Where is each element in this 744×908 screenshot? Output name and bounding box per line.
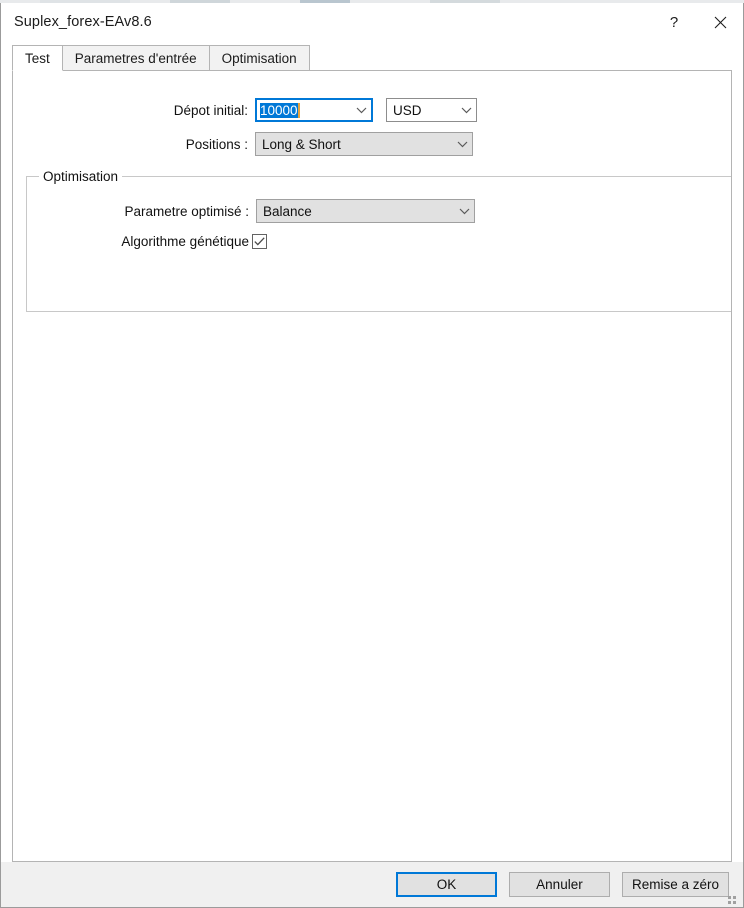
positions-dropdown[interactable]: Long & Short [255,132,473,156]
help-button[interactable]: ? [651,3,697,41]
optimisation-groupbox: Optimisation Parametre optimisé : Balanc… [26,169,731,312]
chevron-down-icon[interactable] [351,107,371,114]
currency-dropdown[interactable]: USD [386,98,477,122]
question-mark-icon: ? [669,13,679,31]
optimised-parameter-dropdown[interactable]: Balance [256,199,475,223]
tab-test[interactable]: Test [12,45,63,71]
positions-row: Positions : Long & Short [13,132,477,156]
reset-button-label: Remise a zéro [631,877,719,892]
chevron-down-icon[interactable] [454,208,474,215]
tab-strip: Test Parametres d'entrée Optimisation [1,45,743,71]
ok-button[interactable]: OK [395,872,497,897]
deposit-label: Dépot initial: [173,102,248,118]
deposit-value: 10000 [260,102,298,118]
cancel-button-label: Annuler [536,877,583,892]
resize-grip[interactable] [728,892,740,904]
positions-label: Positions : [185,136,248,152]
optimised-parameter-label: Parametre optimisé : [124,203,249,219]
checkmark-icon [254,237,265,246]
text-caret [297,102,300,118]
optimised-parameter-row: Parametre optimisé : Balance [14,199,484,223]
cancel-button[interactable]: Annuler [508,872,610,897]
close-button[interactable] [697,3,743,41]
window-title: Suplex_forex-EAv8.6 [14,14,152,30]
tab-optimisation[interactable]: Optimisation [208,45,310,71]
genetic-algorithm-label: Algorithme génétique [121,234,249,249]
deposit-row: Dépot initial: 10000 USD [13,98,477,122]
dialog-footer: OK Annuler Remise a zéro [1,862,743,907]
tab-label: Parametres d'entrée [74,50,197,66]
close-icon [714,16,726,28]
tab-label: Optimisation [221,50,297,66]
optimisation-groupbox-title: Optimisation [39,169,123,184]
genetic-algorithm-checkbox[interactable] [252,234,267,249]
optimised-parameter-value: Balance [263,203,312,219]
reset-button[interactable]: Remise a zéro [621,872,729,897]
ok-button-label: OK [436,877,457,892]
deposit-input[interactable]: 10000 [255,98,373,122]
chevron-down-icon[interactable] [452,141,472,148]
tab-label: Test [25,50,50,66]
dialog-window: Suplex_forex-EAv8.6 ? Test Parametres d'… [0,3,744,908]
currency-value: USD [393,102,422,118]
chevron-down-icon[interactable] [456,107,476,114]
tab-page-test: Dépot initial: 10000 USD Positions : Lon… [12,71,732,862]
positions-value: Long & Short [262,136,341,152]
genetic-algorithm-row: Algorithme génétique [14,234,484,249]
title-bar: Suplex_forex-EAv8.6 ? [1,3,743,41]
tab-parametres-entree[interactable]: Parametres d'entrée [61,45,210,71]
